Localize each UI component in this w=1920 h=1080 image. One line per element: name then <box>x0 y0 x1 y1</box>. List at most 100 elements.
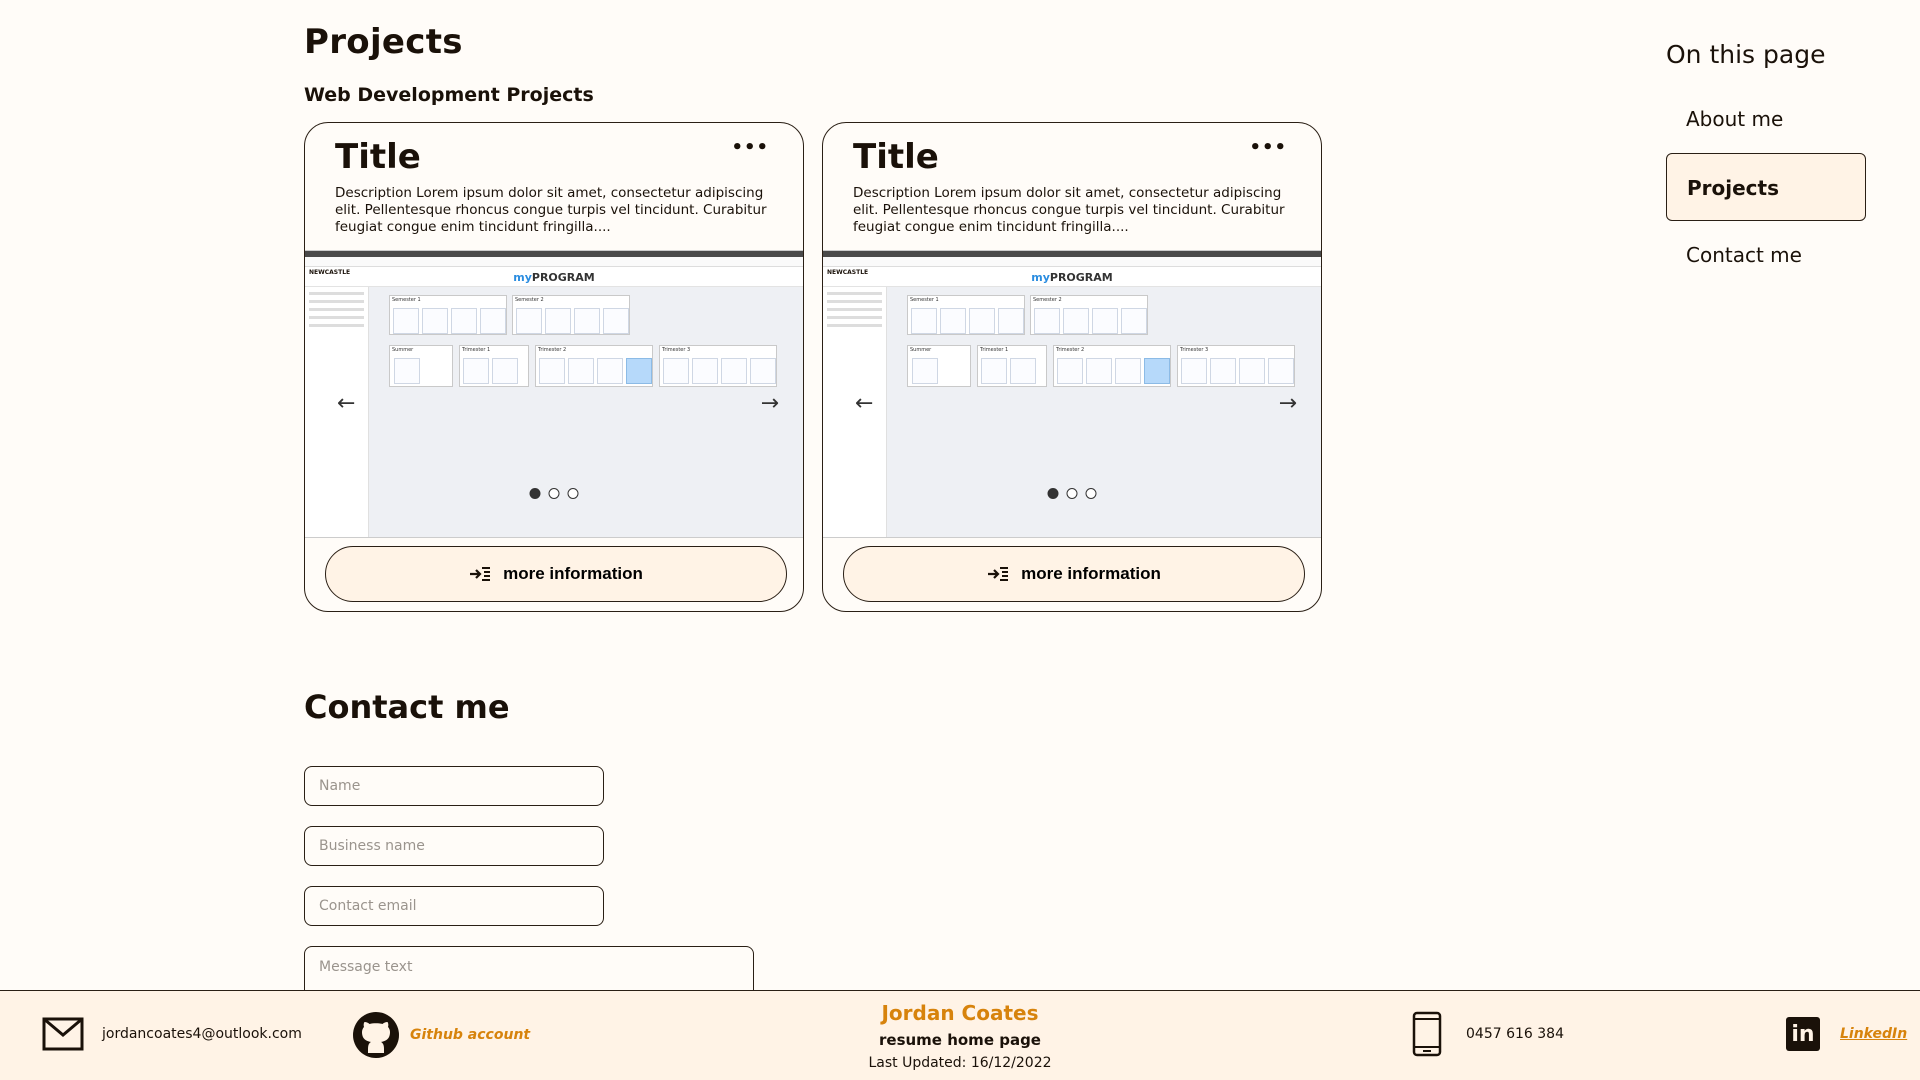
trimester-3-box: Trimester 3 <box>659 345 777 387</box>
card-description: Description Lorem ipsum dolor sit amet, … <box>853 185 1285 235</box>
contact-email-field[interactable] <box>304 886 604 926</box>
carousel-dot[interactable] <box>1085 488 1097 499</box>
carousel-prev-icon[interactable]: ← <box>855 391 873 416</box>
trimester-1-box: Trimester 1 <box>459 345 529 387</box>
course-tile <box>568 358 594 384</box>
footer-github: Github account <box>352 1011 530 1059</box>
course-tile <box>998 308 1024 334</box>
footer: jordancoates4@outlook.com Github account… <box>0 990 1920 1080</box>
more-information-button[interactable]: more information <box>843 546 1305 602</box>
business-name-field[interactable] <box>304 826 604 866</box>
term-label: Trimester 1 <box>980 347 1009 353</box>
term-label: Trimester 2 <box>1056 347 1085 353</box>
sidebar-line <box>827 316 882 319</box>
sidebar-line <box>827 308 882 311</box>
url-bar <box>305 257 803 267</box>
course-tile <box>1115 358 1141 384</box>
semester-1-box: Semester 1 <box>907 295 1025 335</box>
course-tile <box>692 358 718 384</box>
carousel-dot[interactable] <box>567 488 579 499</box>
url-bar <box>823 257 1321 267</box>
course-tile <box>912 358 938 384</box>
table-of-contents: On this page About me Projects Contact m… <box>1666 40 1866 289</box>
toc-item-about-me[interactable]: About me <box>1666 85 1866 153</box>
course-tile <box>1181 358 1207 384</box>
course-tile <box>1010 358 1036 384</box>
course-tile <box>1268 358 1294 384</box>
course-tile <box>969 308 995 334</box>
course-tile <box>750 358 776 384</box>
semester-1-box: Semester 1 <box>389 295 507 335</box>
summer-box: Summer <box>389 345 453 387</box>
footer-linkedin: in LinkedIn <box>1786 1017 1907 1051</box>
term-label: Trimester 1 <box>462 347 491 353</box>
footer-email-text[interactable]: jordancoates4@outlook.com <box>102 1026 302 1042</box>
carousel-dot[interactable] <box>529 488 541 499</box>
course-tile <box>603 308 629 334</box>
carousel-dot[interactable] <box>1066 488 1078 499</box>
more-information-label: more information <box>503 564 643 583</box>
course-tile <box>721 358 747 384</box>
app-logo: NEWCASTLE <box>827 269 869 276</box>
project-card: Title ••• Description Lorem ipsum dolor … <box>304 122 804 612</box>
course-tile <box>451 308 477 334</box>
course-tile <box>545 308 571 334</box>
summer-box: Summer <box>907 345 971 387</box>
card-carousel: NEWCASTLE myPROGRAM Semester 1 Semester … <box>823 250 1321 538</box>
trimester-2-box: Trimester 2 <box>1053 345 1171 387</box>
term-label: Trimester 3 <box>1180 347 1209 353</box>
course-tile <box>422 308 448 334</box>
sidebar-line <box>827 300 882 303</box>
sidebar-line <box>309 308 364 311</box>
name-field[interactable] <box>304 766 604 806</box>
toc-item-projects[interactable]: Projects <box>1666 153 1866 221</box>
app-name-prefix: my <box>1031 271 1050 284</box>
course-tile <box>1121 308 1147 334</box>
course-tile <box>940 308 966 334</box>
course-tile <box>1239 358 1265 384</box>
sidebar-line <box>309 324 364 327</box>
app-header: NEWCASTLE myPROGRAM <box>305 267 803 287</box>
card-menu-icon[interactable]: ••• <box>1249 137 1287 158</box>
course-tile <box>981 358 1007 384</box>
course-tile <box>663 358 689 384</box>
trimester-2-box: Trimester 2 <box>535 345 653 387</box>
footer-phone-text[interactable]: 0457 616 384 <box>1466 1026 1564 1042</box>
sidebar-line <box>309 292 364 295</box>
semester-label: Semester 1 <box>392 297 421 303</box>
toc-item-contact-me[interactable]: Contact me <box>1666 221 1866 289</box>
carousel-prev-icon[interactable]: ← <box>337 391 355 416</box>
course-tile <box>539 358 565 384</box>
toc-title: On this page <box>1666 40 1826 69</box>
sidebar-line <box>309 316 364 319</box>
carousel-next-icon[interactable]: → <box>1279 391 1297 416</box>
card-title: Title <box>853 137 939 177</box>
app-name-prefix: my <box>513 271 532 284</box>
app-logo: NEWCASTLE <box>309 269 351 276</box>
semester-label: Semester 1 <box>910 297 939 303</box>
card-menu-icon[interactable]: ••• <box>731 137 769 158</box>
more-information-label: more information <box>1021 564 1161 583</box>
github-icon <box>353 1012 399 1058</box>
carousel-next-icon[interactable]: → <box>761 391 779 416</box>
trimester-3-box: Trimester 3 <box>1177 345 1295 387</box>
linkedin-icon: in <box>1786 1017 1820 1051</box>
linkedin-link[interactable]: LinkedIn <box>1840 1026 1907 1042</box>
indent-arrow-icon <box>988 567 1009 581</box>
carousel-dot[interactable] <box>548 488 560 499</box>
more-information-button[interactable]: more information <box>325 546 787 602</box>
carousel-dot[interactable] <box>1047 488 1059 499</box>
envelope-icon <box>42 1017 84 1051</box>
semester-label: Semester 2 <box>515 297 544 303</box>
term-label: Trimester 2 <box>538 347 567 353</box>
footer-name: Jordan Coates <box>881 1001 1039 1025</box>
course-tile <box>574 308 600 334</box>
course-tile <box>516 308 542 334</box>
card-carousel: NEWCASTLE myPROGRAM Semester 1 Semester … <box>305 250 803 538</box>
page-title: Projects <box>304 22 463 62</box>
course-tile <box>1063 308 1089 334</box>
github-link[interactable]: Github account <box>410 1027 530 1043</box>
app-name-suffix: PROGRAM <box>1049 271 1113 284</box>
term-label: Summer <box>910 347 932 353</box>
projects-section: Projects Web Development Projects Title … <box>304 22 1324 612</box>
